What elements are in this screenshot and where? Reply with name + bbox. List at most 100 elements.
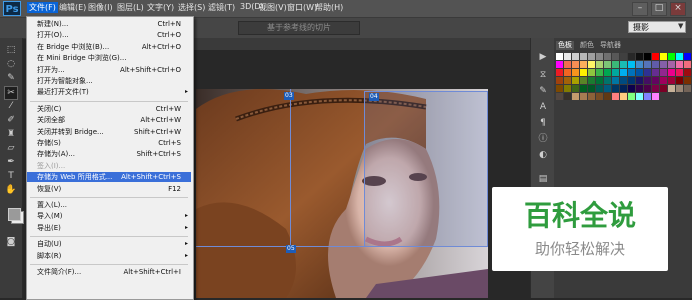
color-swatch[interactable]: [636, 53, 643, 60]
color-swatch[interactable]: [620, 69, 627, 76]
color-swatch[interactable]: [652, 61, 659, 68]
file-menu-item[interactable]: 导出(E) ▸: [27, 223, 191, 233]
file-menu-item[interactable]: 存储为 Web 所用格式... Alt+Shift+Ctrl+S: [27, 172, 191, 183]
slice-region[interactable]: [364, 91, 488, 247]
color-swatch[interactable]: [556, 93, 563, 100]
color-swatch[interactable]: [652, 93, 659, 100]
eyedropper-tool-icon[interactable]: ⁄: [5, 100, 17, 112]
color-swatch[interactable]: [572, 69, 579, 76]
color-swatch[interactable]: [644, 53, 651, 60]
color-swatch[interactable]: [556, 69, 563, 76]
color-swatch[interactable]: [636, 77, 643, 84]
file-menu-item[interactable]: 存储(S) Ctrl+S: [27, 138, 191, 148]
file-menu-item[interactable]: 关闭并转到 Bridge... Shift+Ctrl+W: [27, 127, 191, 137]
color-swatch[interactable]: [596, 61, 603, 68]
file-menu-item[interactable]: 文件简介(F)... Alt+Shift+Ctrl+I: [27, 267, 191, 277]
menu-10[interactable]: 帮助(H): [315, 2, 343, 13]
color-swatch[interactable]: [572, 61, 579, 68]
menu-1[interactable]: 编辑(E): [59, 2, 86, 13]
color-swatch[interactable]: [652, 85, 659, 92]
color-swatch[interactable]: [580, 85, 587, 92]
color-swatch[interactable]: [668, 69, 675, 76]
color-swatch[interactable]: [620, 77, 627, 84]
eraser-tool-icon[interactable]: ▱: [5, 142, 17, 154]
slice-tool-icon[interactable]: ✂: [4, 86, 18, 100]
color-swatch[interactable]: [620, 53, 627, 60]
layers-icon[interactable]: ▤: [538, 174, 548, 185]
slices-from-guides-button[interactable]: 基于参考线的切片: [238, 21, 360, 35]
color-swatch[interactable]: [652, 69, 659, 76]
file-menu-item[interactable]: 置入(L)...: [27, 200, 191, 210]
file-menu-item[interactable]: 在 Bridge 中浏览(B)... Alt+Ctrl+O: [27, 42, 191, 52]
color-swatch[interactable]: [556, 77, 563, 84]
color-swatch[interactable]: [644, 93, 651, 100]
tab-navigator[interactable]: 导航器: [598, 41, 623, 50]
color-swatch[interactable]: [660, 61, 667, 68]
color-swatch[interactable]: [644, 77, 651, 84]
file-menu-item[interactable]: 脚本(R) ▸: [27, 251, 191, 261]
file-menu-item[interactable]: 自动(U) ▸: [27, 239, 191, 249]
stamp-tool-icon[interactable]: ♜: [5, 128, 17, 140]
color-swatch[interactable]: [668, 85, 675, 92]
menu-8[interactable]: 视图(V): [259, 2, 287, 13]
color-swatch[interactable]: [612, 93, 619, 100]
color-swatch[interactable]: [588, 77, 595, 84]
color-swatch[interactable]: [596, 69, 603, 76]
file-menu-item[interactable]: 新建(N)... Ctrl+N: [27, 19, 191, 29]
color-swatch[interactable]: [564, 61, 571, 68]
color-swatch[interactable]: [564, 69, 571, 76]
pen-tool-icon[interactable]: ✒: [5, 156, 17, 168]
file-menu-item[interactable]: 关闭(C) Ctrl+W: [27, 104, 191, 114]
color-swatch[interactable]: [628, 85, 635, 92]
menu-3[interactable]: 图层(L): [117, 2, 144, 13]
color-swatch[interactable]: [604, 85, 611, 92]
brush-tool-icon[interactable]: ✐: [5, 114, 17, 126]
info-icon[interactable]: ⓘ: [538, 134, 548, 145]
color-swatch[interactable]: [620, 85, 627, 92]
lasso-tool-icon[interactable]: ◌: [5, 58, 17, 70]
color-swatch[interactable]: [580, 61, 587, 68]
color-swatch[interactable]: [580, 69, 587, 76]
color-swatch[interactable]: [684, 77, 691, 84]
color-swatch[interactable]: [580, 77, 587, 84]
color-swatch[interactable]: [588, 53, 595, 60]
character-icon[interactable]: A: [538, 102, 548, 113]
color-swatch[interactable]: [588, 93, 595, 100]
color-swatch[interactable]: [644, 85, 651, 92]
color-swatch[interactable]: [652, 77, 659, 84]
color-swatch[interactable]: [684, 69, 691, 76]
color-swatch[interactable]: [636, 61, 643, 68]
color-swatch[interactable]: [676, 85, 683, 92]
color-swatch[interactable]: [628, 61, 635, 68]
color-swatch[interactable]: [596, 93, 603, 100]
color-swatch[interactable]: [644, 69, 651, 76]
menu-5[interactable]: 选择(S): [178, 2, 205, 13]
color-swatch[interactable]: [668, 61, 675, 68]
color-swatch[interactable]: [588, 85, 595, 92]
color-swatch[interactable]: [676, 53, 683, 60]
color-swatch[interactable]: [660, 85, 667, 92]
menu-0[interactable]: 文件(F): [27, 2, 58, 13]
color-swatch[interactable]: [612, 85, 619, 92]
text-tool-icon[interactable]: T: [5, 170, 17, 182]
color-swatch[interactable]: [572, 53, 579, 60]
color-swatch[interactable]: [628, 93, 635, 100]
file-menu-item[interactable]: 签入(I)...: [27, 161, 191, 171]
color-swatch[interactable]: [588, 69, 595, 76]
color-swatch[interactable]: [580, 93, 587, 100]
menu-4[interactable]: 文字(Y): [147, 2, 174, 13]
color-swatch[interactable]: [612, 77, 619, 84]
color-swatch[interactable]: [628, 77, 635, 84]
color-swatch[interactable]: [684, 53, 691, 60]
color-swatch[interactable]: [620, 93, 627, 100]
color-swatch[interactable]: [588, 61, 595, 68]
file-menu-item[interactable]: 存储为(A)... Shift+Ctrl+S: [27, 149, 191, 159]
color-swatch[interactable]: [596, 85, 603, 92]
file-menu-item[interactable]: 最近打开文件(T) ▸: [27, 87, 191, 97]
minimize-button[interactable]: –: [632, 2, 648, 16]
file-menu-item[interactable]: 恢复(V) F12: [27, 184, 191, 194]
paragraph-icon[interactable]: ¶: [538, 118, 548, 129]
hand-tool-icon[interactable]: ✋: [5, 184, 17, 196]
color-swatch[interactable]: [628, 53, 635, 60]
file-menu-item[interactable]: 打开为... Alt+Shift+Ctrl+O: [27, 65, 191, 75]
